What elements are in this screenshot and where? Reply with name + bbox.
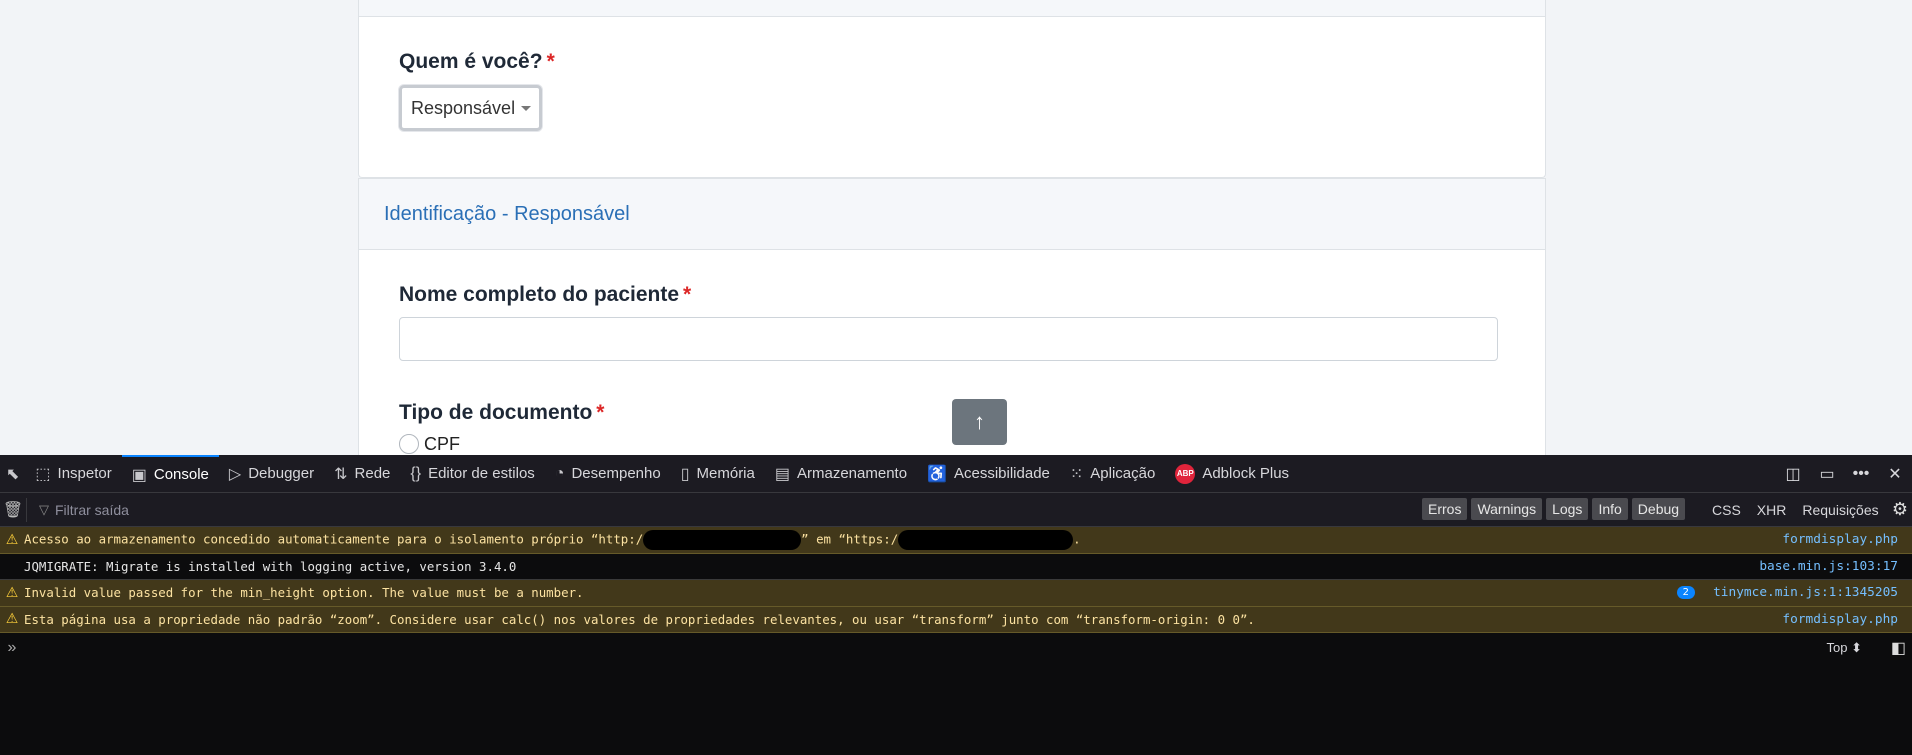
network-icon: ⇅ — [334, 465, 348, 483]
console-filter-bar: 🗑 ▽ Filtrar saída Erros Warnings Logs In… — [0, 493, 1912, 527]
element-picker-icon[interactable]: ⬉ — [0, 455, 25, 493]
tab-accessibility[interactable]: ♿ Acessibilidade — [917, 455, 1060, 493]
memory-icon: ▯ — [680, 465, 690, 483]
message-text: Acesso ao armazenamento concedido automa… — [24, 529, 1081, 550]
style-editor-icon: {} — [410, 464, 422, 482]
performance-icon: ◔ — [554, 464, 565, 482]
debugger-icon: ▷ — [228, 465, 242, 483]
cpf-radio-label: CPF — [424, 434, 460, 454]
request-filters: CSS XHR Requisições — [1712, 493, 1879, 527]
message-text: Esta página usa a propriedade não padrão… — [24, 611, 1255, 627]
redacted-url — [898, 529, 1074, 550]
tab-application[interactable]: ⁙ Aplicação — [1060, 455, 1165, 493]
web-page: Quem é você? * Responsável Identificação … — [0, 0, 1912, 455]
console-icon: ▣ — [131, 466, 147, 484]
who-are-you-select[interactable]: Responsável — [399, 85, 542, 131]
message-source-link[interactable]: formdisplay.php — [1782, 532, 1898, 547]
inspector-icon: ⬚ — [35, 465, 51, 483]
tab-memory[interactable]: ▯ Memória — [671, 455, 765, 493]
tab-style-editor[interactable]: {} Editor de estilos — [400, 455, 544, 493]
level-warnings-button[interactable]: Warnings — [1471, 498, 1543, 520]
storage-icon: ▤ — [774, 465, 790, 483]
tab-network[interactable]: ⇅ Rede — [324, 455, 400, 493]
dock-side-icon[interactable]: ◫ — [1776, 464, 1810, 484]
filter-output-input[interactable]: Filtrar saída — [55, 502, 129, 518]
message-text: JQMIGRATE: Migrate is installed with log… — [24, 558, 517, 574]
devtools-panel: ⬉ ⬚ Inspetor ▣ Console ▷ Debugger ⇅ Rede {} E… — [0, 454, 1912, 755]
console-message-warning: ⚠ Esta página usa a propriedade não padr… — [0, 606, 1912, 633]
section-title: Identificação - Responsável — [384, 202, 630, 225]
tab-inspector[interactable]: ⬚ Inspetor — [25, 455, 121, 493]
filter-xhr-button[interactable]: XHR — [1757, 502, 1787, 518]
application-icon: ⁙ — [1069, 465, 1084, 483]
console-message-warning: ⚠ Acesso ao armazenamento concedido auto… — [0, 527, 1912, 554]
required-mark: * — [596, 401, 605, 424]
divider — [26, 497, 27, 522]
repeat-count-badge: 2 — [1676, 586, 1695, 600]
tab-console[interactable]: ▣ Console — [121, 454, 219, 493]
prompt-chevron-icon: » — [7, 639, 17, 656]
message-source-link[interactable]: formdisplay.php — [1782, 612, 1898, 627]
level-errors-button[interactable]: Erros — [1422, 498, 1468, 520]
who-are-you-label: Quem é você? * — [399, 50, 555, 73]
required-mark: * — [683, 283, 692, 306]
accessibility-icon: ♿ — [927, 465, 947, 483]
arrow-up-icon: ↑ — [974, 409, 985, 434]
gear-icon[interactable]: ⚙ — [1892, 499, 1908, 520]
cpf-radio[interactable] — [399, 434, 419, 454]
card-header-strip — [359, 0, 1545, 17]
scroll-to-top-button[interactable]: ↑ — [952, 399, 1007, 445]
filter-icon: ▽ — [39, 501, 49, 517]
level-debug-button[interactable]: Debug — [1631, 498, 1686, 520]
warning-icon: ⚠ — [5, 531, 19, 548]
section-header: Identificação - Responsável — [359, 179, 1545, 250]
console-message-warning: ⚠ Invalid value passed for the min_heigh… — [0, 580, 1912, 607]
close-icon[interactable]: ✕ — [1878, 464, 1912, 484]
message-source-link[interactable]: tinymce.min.js:1:1345205 — [1713, 585, 1898, 600]
select-value: Responsável — [411, 97, 516, 118]
tab-debugger[interactable]: ▷ Debugger — [219, 455, 324, 493]
split-console-icon[interactable]: ◧ — [1891, 638, 1906, 658]
document-type-label: Tipo de documento * — [399, 401, 605, 424]
patient-name-label: Nome completo do paciente * — [399, 283, 692, 306]
message-source-link[interactable]: base.min.js:103:17 — [1759, 559, 1898, 574]
context-selector[interactable]: Top ⬍ — [1827, 640, 1862, 656]
level-logs-button[interactable]: Logs — [1546, 498, 1589, 520]
profile-card: Quem é você? * Responsável — [358, 0, 1546, 178]
filter-css-button[interactable]: CSS — [1712, 502, 1741, 518]
more-options-icon[interactable]: ••• — [1844, 465, 1878, 483]
required-mark: * — [546, 50, 555, 73]
tab-performance[interactable]: ◔ Desempenho — [545, 455, 671, 493]
warning-icon: ⚠ — [5, 584, 19, 601]
devtools-toolbar: ⬉ ⬚ Inspetor ▣ Console ▷ Debugger ⇅ Rede {} E… — [0, 454, 1912, 493]
log-level-filters: Erros Warnings Logs Info Debug — [1422, 498, 1686, 520]
adblock-icon: ABP — [1175, 463, 1196, 484]
devtools-window-controls: ◫ ▭ ••• ✕ — [1776, 455, 1912, 493]
filter-requests-button[interactable]: Requisições — [1802, 502, 1878, 518]
tab-storage[interactable]: ▤ Armazenamento — [765, 455, 917, 493]
trash-icon[interactable]: 🗑 — [0, 500, 26, 520]
level-info-button[interactable]: Info — [1592, 498, 1628, 520]
tab-adblock-plus[interactable]: ABP Adblock Plus — [1165, 455, 1299, 493]
redacted-url — [643, 529, 802, 550]
responsive-mode-icon[interactable]: ▭ — [1810, 464, 1844, 484]
warning-icon: ⚠ — [5, 611, 19, 628]
patient-name-input[interactable] — [399, 317, 1498, 361]
message-text: Invalid value passed for the min_height … — [24, 585, 584, 601]
chevron-down-icon — [521, 105, 532, 111]
console-message-log: JQMIGRATE: Migrate is installed with log… — [0, 553, 1912, 580]
console-input[interactable]: » Top ⬍ ◧ — [0, 633, 1912, 663]
